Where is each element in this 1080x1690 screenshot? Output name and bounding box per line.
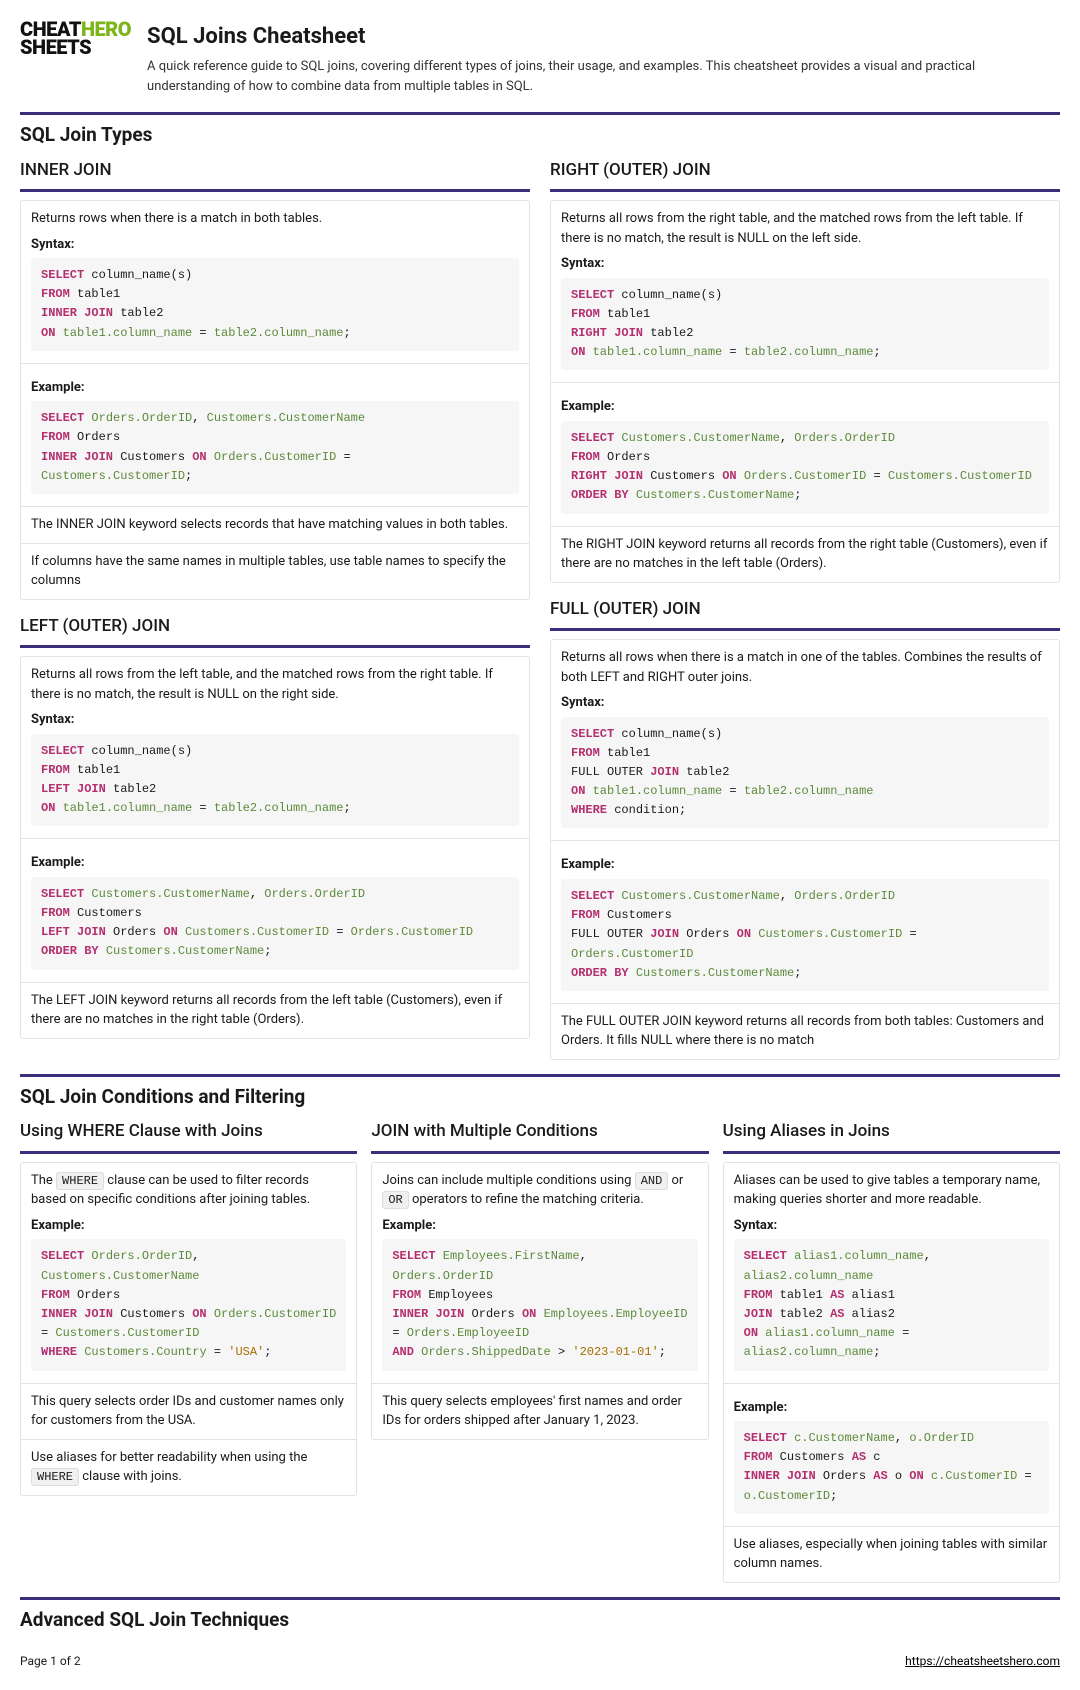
where-example-code: SELECT Orders.OrderID, Customers.Custome… bbox=[31, 1239, 346, 1370]
right-join-syntax-code: SELECT column_name(s) FROM table1 RIGHT … bbox=[561, 278, 1049, 371]
page-title: SQL Joins Cheatsheet bbox=[147, 20, 1060, 53]
example-label: Example: bbox=[31, 853, 519, 873]
where-desc: The WHERE clause can be used to filter r… bbox=[31, 1173, 310, 1208]
multi-note-1: This query selects employees' first name… bbox=[372, 1384, 707, 1439]
section-heading-join-types: SQL Join Types bbox=[20, 112, 1060, 150]
alias-title: Using Aliases in Joins bbox=[723, 1119, 1060, 1154]
example-label: Example: bbox=[561, 855, 1049, 875]
page-number: Page 1 of 2 bbox=[20, 1652, 81, 1670]
page-header: CHEATHERO SHEETS SQL Joins Cheatsheet A … bbox=[20, 20, 1060, 96]
syntax-label: Syntax: bbox=[31, 235, 519, 255]
full-join-card: Returns all rows when there is a match i… bbox=[550, 639, 1060, 1060]
logo: CHEATHERO SHEETS bbox=[20, 20, 131, 96]
full-join-syntax-code: SELECT column_name(s) FROM table1 FULL O… bbox=[561, 717, 1049, 829]
syntax-label: Syntax: bbox=[31, 710, 519, 730]
where-clause-title: Using WHERE Clause with Joins bbox=[20, 1119, 357, 1154]
where-clause-card: The WHERE clause can be used to filter r… bbox=[20, 1162, 357, 1496]
logo-text-3: SHEETS bbox=[20, 38, 91, 56]
right-join-title: RIGHT (OUTER) JOIN bbox=[550, 158, 1060, 193]
inner-join-desc: Returns rows when there is a match in bo… bbox=[31, 211, 322, 226]
section-heading-conditions: SQL Join Conditions and Filtering bbox=[20, 1074, 1060, 1112]
alias-note-1: Use aliases, especially when joining tab… bbox=[724, 1527, 1059, 1582]
and-code-tag: AND bbox=[635, 1172, 669, 1190]
full-join-note-1: The FULL OUTER JOIN keyword returns all … bbox=[551, 1004, 1059, 1059]
left-join-card: Returns all rows from the left table, an… bbox=[20, 656, 530, 1039]
right-join-example-code: SELECT Customers.CustomerName, Orders.Or… bbox=[561, 421, 1049, 514]
alias-syntax-code: SELECT alias1.column_name, alias2.column… bbox=[734, 1239, 1049, 1370]
example-label: Example: bbox=[561, 397, 1049, 417]
left-join-syntax-code: SELECT column_name(s) FROM table1 LEFT J… bbox=[31, 734, 519, 827]
where-code-tag: WHERE bbox=[56, 1172, 104, 1190]
right-join-card: Returns all rows from the right table, a… bbox=[550, 200, 1060, 583]
inner-join-title: INNER JOIN bbox=[20, 158, 530, 193]
full-join-desc: Returns all rows when there is a match i… bbox=[561, 650, 1042, 685]
where-code-tag-2: WHERE bbox=[31, 1468, 79, 1486]
title-block: SQL Joins Cheatsheet A quick reference g… bbox=[147, 20, 1060, 96]
full-join-title: FULL (OUTER) JOIN bbox=[550, 597, 1060, 632]
inner-join-card: Returns rows when there is a match in bo… bbox=[20, 200, 530, 600]
multi-desc: Joins can include multiple conditions us… bbox=[382, 1173, 683, 1208]
left-join-note-1: The LEFT JOIN keyword returns all record… bbox=[21, 983, 529, 1038]
left-join-desc: Returns all rows from the left table, an… bbox=[31, 667, 493, 702]
example-label: Example: bbox=[382, 1216, 697, 1236]
left-join-title: LEFT (OUTER) JOIN bbox=[20, 614, 530, 649]
example-label: Example: bbox=[734, 1398, 1049, 1418]
syntax-label: Syntax: bbox=[561, 254, 1049, 274]
multi-cond-title: JOIN with Multiple Conditions bbox=[371, 1119, 708, 1154]
section-heading-advanced: Advanced SQL Join Techniques bbox=[20, 1597, 1060, 1635]
where-note-1: This query selects order IDs and custome… bbox=[21, 1384, 356, 1440]
inner-join-example-code: SELECT Orders.OrderID, Customers.Custome… bbox=[31, 401, 519, 494]
example-label: Example: bbox=[31, 1216, 346, 1236]
inner-join-note-2: If columns have the same names in multip… bbox=[21, 544, 529, 599]
alias-example-code: SELECT c.CustomerName, o.OrderID FROM Cu… bbox=[734, 1421, 1049, 1514]
footer-link[interactable]: https://cheatsheetshero.com bbox=[905, 1652, 1060, 1670]
multi-example-code: SELECT Employees.FirstName, Orders.Order… bbox=[382, 1239, 697, 1370]
inner-join-note-1: The INNER JOIN keyword selects records t… bbox=[21, 507, 529, 544]
right-join-note-1: The RIGHT JOIN keyword returns all recor… bbox=[551, 527, 1059, 582]
inner-join-syntax-code: SELECT column_name(s) FROM table1 INNER … bbox=[31, 258, 519, 351]
left-join-example-code: SELECT Customers.CustomerName, Orders.Or… bbox=[31, 877, 519, 970]
right-join-desc: Returns all rows from the right table, a… bbox=[561, 211, 1023, 246]
multi-cond-card: Joins can include multiple conditions us… bbox=[371, 1162, 708, 1440]
page-footer: Page 1 of 2 https://cheatsheetshero.com bbox=[20, 1652, 1060, 1670]
example-label: Example: bbox=[31, 378, 519, 398]
page-subtitle: A quick reference guide to SQL joins, co… bbox=[147, 57, 1060, 96]
alias-desc: Aliases can be used to give tables a tem… bbox=[734, 1173, 1040, 1208]
alias-card: Aliases can be used to give tables a tem… bbox=[723, 1162, 1060, 1583]
or-code-tag: OR bbox=[382, 1191, 408, 1209]
where-note-2: Use aliases for better readability when … bbox=[21, 1440, 356, 1495]
syntax-label: Syntax: bbox=[734, 1216, 1049, 1236]
syntax-label: Syntax: bbox=[561, 693, 1049, 713]
full-join-example-code: SELECT Customers.CustomerName, Orders.Or… bbox=[561, 879, 1049, 991]
